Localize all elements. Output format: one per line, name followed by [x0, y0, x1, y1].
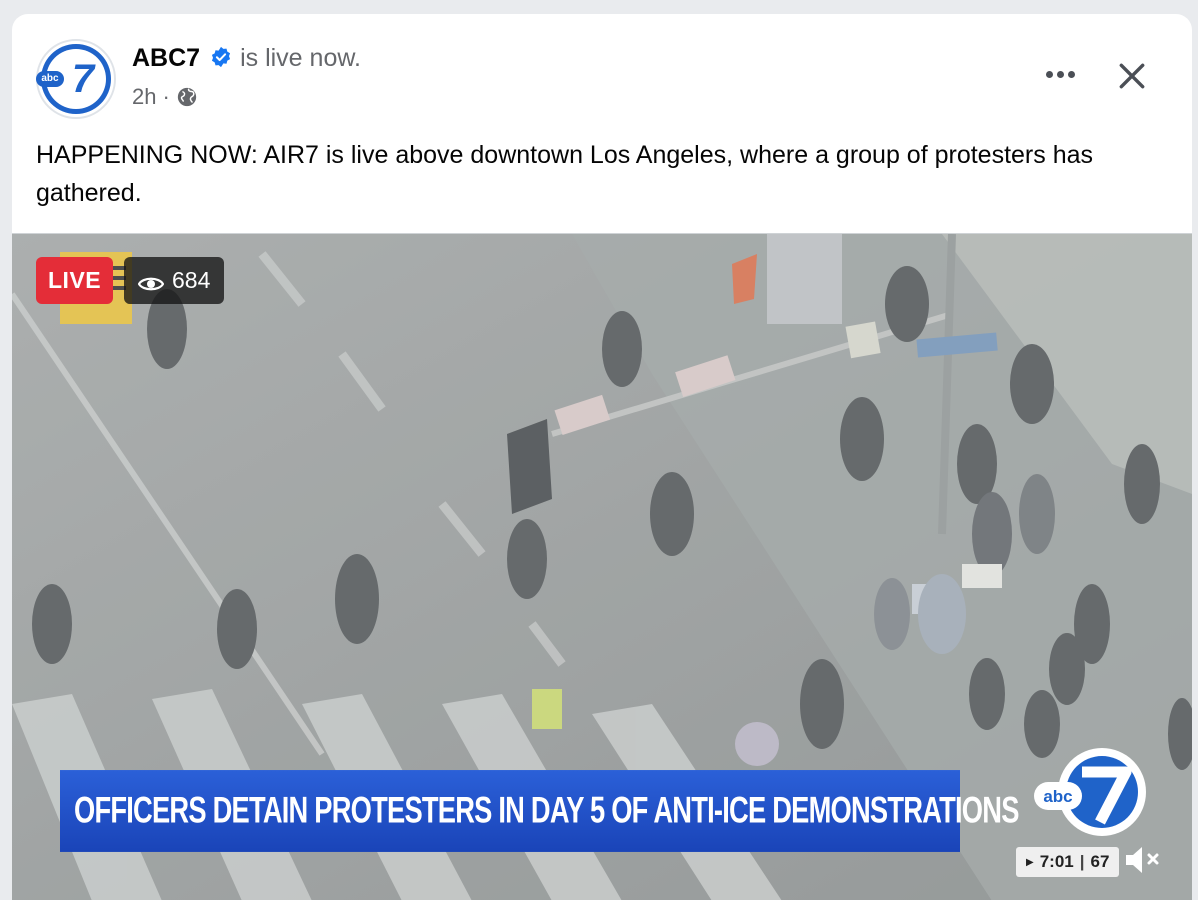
live-video-player[interactable]: LIVE 684 OFFICERS DETAIN PROTESTERS IN D…	[12, 233, 1192, 900]
abc7-bug-logo: abc	[1034, 748, 1146, 836]
post-timestamp[interactable]: 2h	[132, 84, 156, 110]
live-status-text: is live now.	[240, 44, 361, 72]
meta-separator: ·	[162, 84, 170, 109]
logo-abc: abc	[36, 71, 64, 87]
post-header: 7 abc ABC7 is live now. 2h ·	[12, 14, 1192, 124]
post-caption: HAPPENING NOW: AIR7 is live above downto…	[36, 141, 1094, 207]
post-card: 7 abc ABC7 is live now. 2h · HAPPENING N…	[12, 14, 1192, 900]
live-badge: LIVE	[36, 257, 114, 304]
logo-seven: 7	[71, 56, 95, 101]
name-line: ABC7 is live now.	[132, 44, 361, 73]
page-name-link[interactable]: ABC7	[132, 44, 200, 73]
time-separator: |	[1079, 852, 1085, 871]
viewer-count: 684	[172, 267, 211, 293]
close-icon	[1119, 63, 1145, 89]
temperature-value: 67	[1090, 852, 1110, 871]
lower-third-headline: OFFICERS DETAIN PROTESTERS IN DAY 5 OF A…	[74, 790, 1019, 831]
post-meta: 2h ·	[132, 84, 198, 110]
muted-speaker-icon	[1126, 847, 1159, 873]
close-button[interactable]	[1110, 54, 1154, 98]
bug-abc-text: abc	[1043, 787, 1072, 806]
viewer-count-badge: 684	[124, 257, 225, 304]
verified-badge-icon	[210, 46, 232, 68]
more-options-icon[interactable]	[1036, 54, 1084, 94]
page-avatar[interactable]: 7 abc	[36, 39, 116, 119]
news-lower-third: OFFICERS DETAIN PROTESTERS IN DAY 5 OF A…	[60, 770, 1019, 852]
abc7-logo: 7 abc	[36, 44, 111, 114]
timestamp-temperature-chip: ▶ 7:01 | 67	[1016, 847, 1120, 877]
elapsed-time: 7:01	[1039, 852, 1074, 871]
mute-button[interactable]	[1120, 840, 1164, 880]
globe-icon	[176, 86, 198, 108]
play-triangle-icon: ▶	[1026, 856, 1034, 868]
eye-icon	[137, 272, 165, 290]
